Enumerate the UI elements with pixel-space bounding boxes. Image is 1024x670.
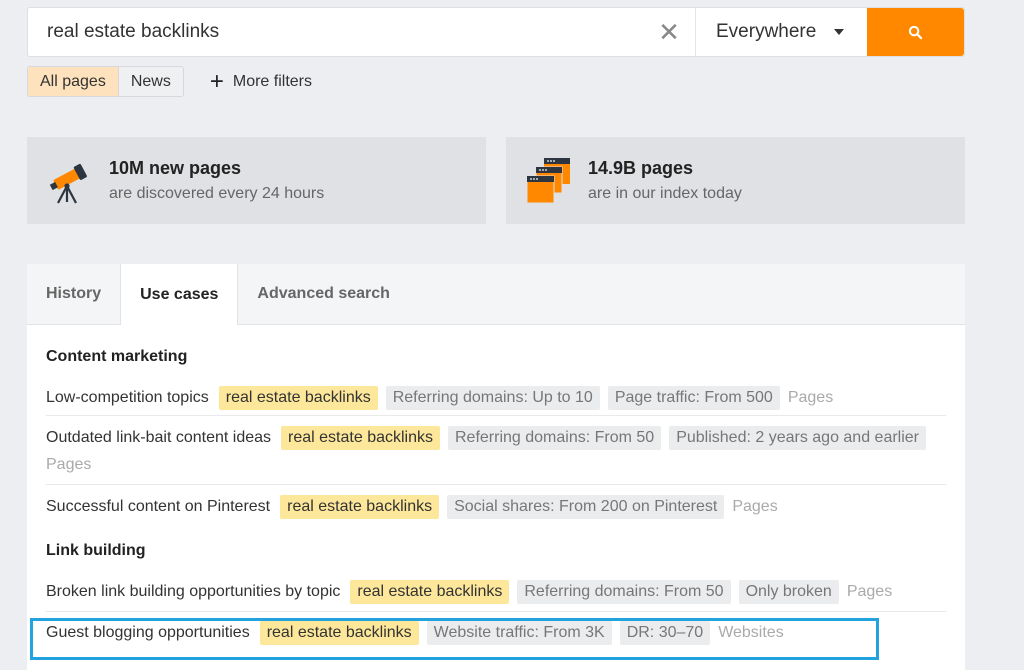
search-input[interactable] — [28, 8, 643, 56]
tab-news[interactable]: News — [117, 67, 183, 96]
filter-chip[interactable]: Website traffic: From 3K — [426, 621, 612, 645]
filter-chip[interactable]: Referring domains: Up to 10 — [385, 386, 600, 410]
search-bar: ✕ Everywhere — [27, 7, 965, 57]
stat-card-index: 14.9B pages are in our index today — [506, 137, 965, 224]
scope-dropdown[interactable]: Everywhere — [695, 8, 867, 56]
search-icon — [908, 25, 923, 39]
browser-windows-icon — [526, 157, 570, 203]
target-label: Websites — [718, 624, 784, 641]
stat-subtitle: are in our index today — [588, 185, 742, 202]
use-case-row-guest-blogging[interactable]: Guest blogging opportunities real estate… — [46, 612, 946, 654]
scope-value: Everywhere — [716, 21, 817, 42]
use-cases-panel: History Use cases Advanced search Conten… — [27, 264, 965, 670]
use-case-row[interactable]: Broken link building opportunities by to… — [46, 566, 946, 612]
keyword-chip[interactable]: real estate backlinks — [259, 621, 419, 645]
filter-chip[interactable]: DR: 30–70 — [619, 621, 711, 645]
stat-title: 14.9B pages — [588, 158, 694, 178]
plus-icon: + — [209, 67, 224, 95]
page-type-toggle: All pages News — [27, 66, 184, 97]
stat-card-new-pages: 10M new pages are discovered every 24 ho… — [27, 137, 486, 224]
filter-chip[interactable]: Only broken — [738, 580, 839, 604]
use-case-label[interactable]: Broken link building opportunities by to… — [46, 583, 340, 601]
filter-chip[interactable]: Published: 2 years ago and earlier — [669, 426, 927, 450]
use-case-label[interactable]: Outdated link-bait content ideas — [46, 429, 271, 447]
tab-history[interactable]: History — [27, 264, 120, 324]
tab-use-cases[interactable]: Use cases — [120, 264, 239, 325]
keyword-chip[interactable]: real estate backlinks — [281, 426, 440, 450]
target-label: Pages — [46, 456, 92, 473]
use-cases-content: Content marketing Low-competition topics… — [27, 348, 965, 654]
use-case-row[interactable]: Outdated link-bait content ideas real es… — [46, 416, 946, 485]
filter-chip[interactable]: Page traffic: From 500 — [607, 386, 780, 410]
more-filters-label: More filters — [232, 72, 312, 90]
caret-down-icon — [834, 29, 845, 35]
target-label: Pages — [732, 498, 778, 515]
section-title-link-building: Link building — [46, 542, 146, 559]
keyword-chip[interactable]: real estate backlinks — [350, 580, 510, 604]
tab-advanced-search[interactable]: Advanced search — [238, 264, 409, 324]
target-label: Pages — [846, 583, 893, 600]
filter-chip[interactable]: Social shares: From 200 on Pinterest — [447, 495, 725, 519]
use-case-label[interactable]: Successful content on Pinterest — [46, 498, 270, 516]
tab-all-pages[interactable]: All pages — [28, 67, 118, 96]
filter-chip[interactable]: Referring domains: From 50 — [517, 580, 731, 604]
use-case-row[interactable]: Successful content on Pinterest real est… — [46, 485, 946, 528]
more-filters-button[interactable]: + More filters — [209, 67, 312, 95]
telescope-icon — [49, 163, 87, 204]
section-title-content-marketing: Content marketing — [46, 348, 188, 365]
filter-row: All pages News + More filters — [27, 66, 312, 97]
clear-search-button[interactable]: ✕ — [643, 8, 695, 56]
keyword-chip[interactable]: real estate backlinks — [280, 495, 440, 519]
use-case-label[interactable]: Guest blogging opportunities — [46, 624, 250, 642]
use-case-label[interactable]: Low-competition topics — [46, 389, 209, 407]
close-icon: ✕ — [658, 16, 680, 47]
filter-chip[interactable]: Referring domains: From 50 — [448, 426, 662, 450]
target-label: Pages — [787, 389, 834, 406]
stat-title: 10M new pages — [109, 158, 242, 178]
panel-tabs: History Use cases Advanced search — [27, 264, 965, 325]
use-case-row[interactable]: Low-competition topics real estate backl… — [46, 372, 946, 416]
keyword-chip[interactable]: real estate backlinks — [218, 386, 378, 410]
stat-subtitle: are discovered every 24 hours — [109, 185, 325, 202]
search-button[interactable] — [867, 8, 964, 56]
